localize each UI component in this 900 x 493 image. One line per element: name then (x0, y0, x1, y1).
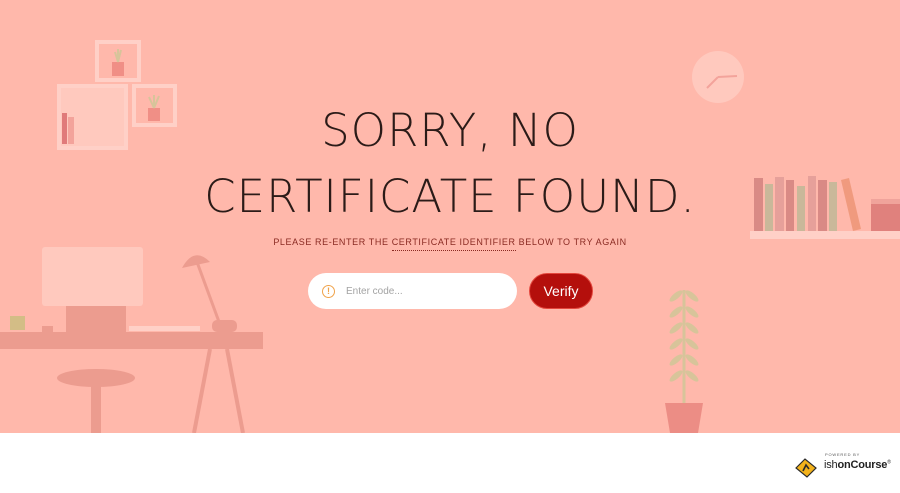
wall-clock (692, 51, 744, 103)
instruction-suffix: BELOW TO TRY AGAIN (515, 237, 627, 247)
headline-line-2: CERTIFICATE FOUND. (204, 170, 696, 223)
headline-line-1: SORRY, NO (321, 104, 579, 157)
trademark-symbol: ® (887, 459, 891, 466)
potted-plant (665, 290, 703, 433)
logo-part-ish: ish (824, 459, 838, 471)
info-icon: ! (322, 284, 335, 298)
desk-setup (0, 247, 263, 433)
footer (0, 433, 900, 493)
powered-by-label: POWERED BY (825, 452, 861, 457)
code-input-container[interactable]: ! (308, 273, 517, 309)
hero-section: SORRY, NO CERTIFICATE FOUND. PLEASE RE-E… (0, 0, 900, 433)
code-input[interactable] (346, 276, 506, 306)
oncourse-logo-text[interactable]: ishonCourse® (824, 459, 891, 471)
verify-button[interactable]: Verify (529, 273, 593, 309)
logo-part-oncourse: onCourse (837, 459, 888, 471)
instruction-prefix: PLEASE RE-ENTER THE (273, 237, 392, 247)
ish-logo-icon (795, 458, 817, 478)
certificate-identifier-link[interactable]: CERTIFICATE IDENTIFIER (391, 237, 516, 251)
instruction-text: PLEASE RE-ENTER THE CERTIFICATE IDENTIFI… (0, 237, 900, 251)
